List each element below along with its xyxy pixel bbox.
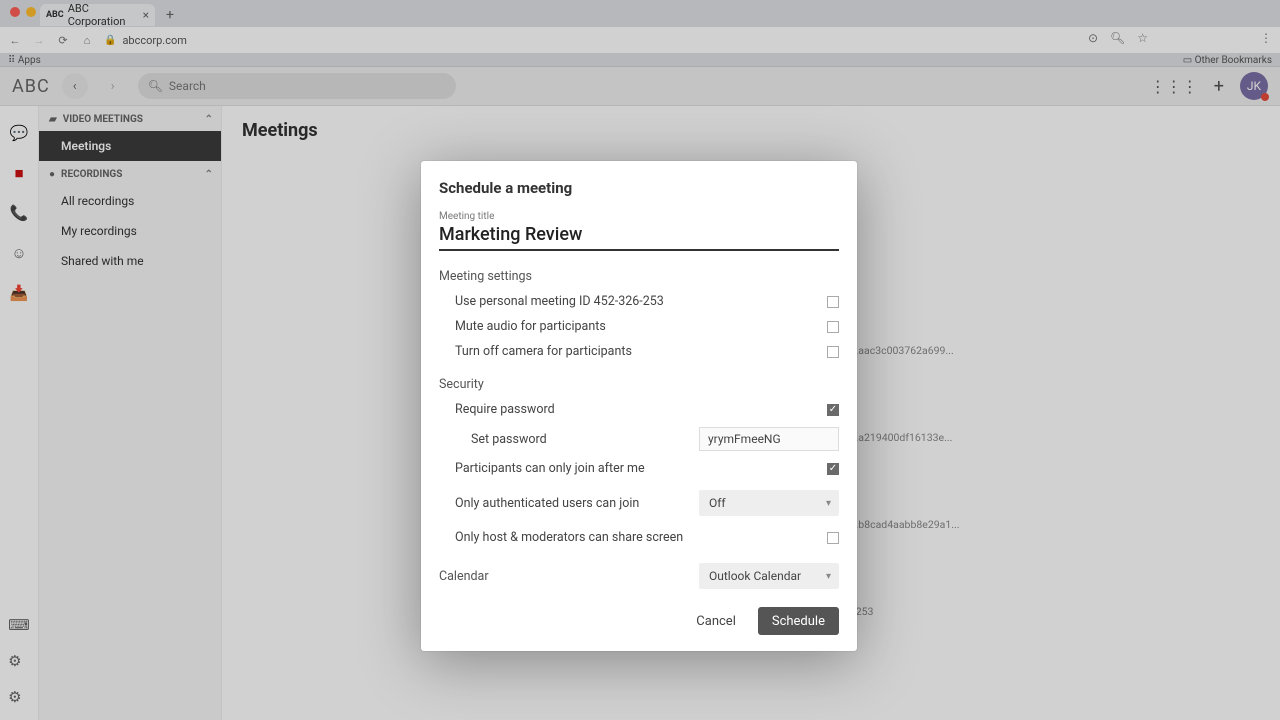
- option-set-password: Set password: [439, 427, 839, 451]
- modal-scrim: [0, 0, 1280, 106]
- option-join-after-me[interactable]: Participants can only join after me ✓: [439, 461, 839, 476]
- modal-scrim: [0, 106, 222, 720]
- checkbox[interactable]: ✓: [827, 404, 839, 416]
- schedule-meeting-modal: Schedule a meeting Meeting title Meeting…: [421, 161, 857, 651]
- checkbox[interactable]: [827, 321, 839, 333]
- calendar-label: Calendar: [439, 569, 699, 584]
- option-label: Use personal meeting ID 452-326-253: [455, 294, 827, 309]
- option-label: Set password: [471, 432, 699, 447]
- meeting-title-input[interactable]: [439, 222, 839, 251]
- authenticated-users-select[interactable]: Off: [699, 490, 839, 516]
- security-header: Security: [439, 377, 839, 392]
- checkbox[interactable]: [827, 346, 839, 358]
- option-label: Only authenticated users can join: [455, 496, 699, 511]
- meeting-title-label: Meeting title: [439, 211, 839, 222]
- cancel-button[interactable]: Cancel: [682, 607, 750, 635]
- option-authenticated-users: Only authenticated users can join Off: [439, 490, 839, 516]
- checkbox[interactable]: [827, 296, 839, 308]
- option-label: Turn off camera for participants: [455, 344, 827, 359]
- password-input[interactable]: [699, 427, 839, 451]
- modal-title: Schedule a meeting: [439, 179, 839, 197]
- calendar-select[interactable]: Outlook Calendar: [699, 563, 839, 589]
- option-require-password[interactable]: Require password ✓: [439, 402, 839, 417]
- option-mute-audio[interactable]: Mute audio for participants: [439, 319, 839, 334]
- option-label: Only host & moderators can share screen: [455, 530, 827, 545]
- option-label: Require password: [455, 402, 827, 417]
- checkbox[interactable]: [827, 532, 839, 544]
- option-label: Participants can only join after me: [455, 461, 827, 476]
- checkbox[interactable]: ✓: [827, 463, 839, 475]
- calendar-row: Calendar Outlook Calendar: [439, 563, 839, 589]
- option-turn-off-camera[interactable]: Turn off camera for participants: [439, 344, 839, 359]
- settings-header: Meeting settings: [439, 269, 839, 284]
- option-share-screen[interactable]: Only host & moderators can share screen: [439, 530, 839, 545]
- option-label: Mute audio for participants: [455, 319, 827, 334]
- option-personal-meeting-id[interactable]: Use personal meeting ID 452-326-253: [439, 294, 839, 309]
- schedule-button[interactable]: Schedule: [758, 607, 839, 635]
